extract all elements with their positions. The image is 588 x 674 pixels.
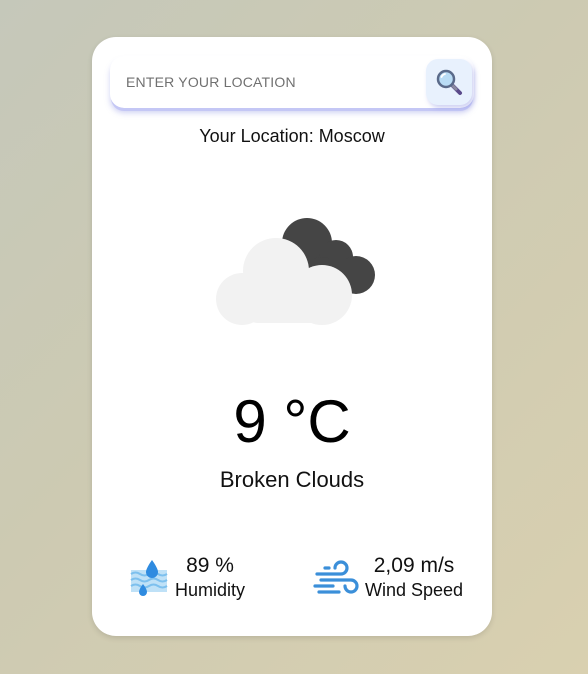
temperature: 9 °C [233,388,351,455]
humidity-label: Humidity [175,580,246,600]
search-icon [436,69,462,95]
broken-clouds-icon [216,218,375,325]
humidity-value: 89 % [186,554,234,577]
humidity-icon [130,560,168,596]
weather-description: Broken Clouds [219,467,365,492]
wind-stat: 2,09 m/s Wind Speed [313,554,463,602]
search-input[interactable] [110,56,410,108]
wind-value: 2,09 m/s [373,554,455,577]
humidity-stat: 89 % Humidity [129,554,245,602]
search-button[interactable] [426,59,472,105]
weather-card: Your Location: Moscow 9 °C Broken Clouds [92,37,492,636]
search-bar [110,56,474,108]
wind-label: Wind Speed [365,580,464,600]
location-label: Your Location: Moscow [199,126,385,146]
wind-icon [313,560,359,594]
